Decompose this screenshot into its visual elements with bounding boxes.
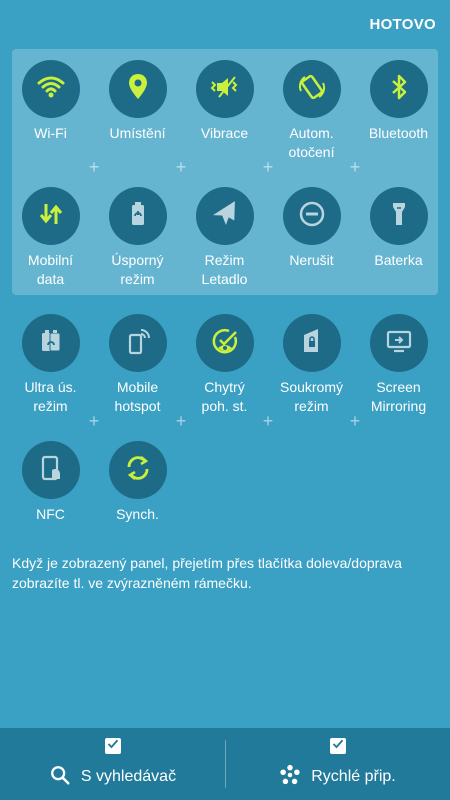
tile-label: Wi-Fi (34, 125, 67, 141)
tile-private-mode[interactable]: Soukromý režim (268, 314, 355, 416)
tile-label: Mobilní data (27, 252, 74, 287)
smart-stay-icon (209, 325, 241, 362)
hotspot-icon (122, 325, 154, 362)
plus-icon: + (175, 411, 187, 431)
tile-label: NFC (36, 506, 65, 522)
plus-icon: + (88, 157, 100, 177)
quick-connect-checkbox[interactable] (329, 737, 346, 755)
screen-mirroring-icon (383, 325, 415, 362)
vibrate-icon (209, 71, 241, 108)
tile-power-saving[interactable]: Úsporný režim (94, 187, 181, 289)
tile-wifi[interactable]: Wi-Fi (7, 60, 94, 143)
tile-label: Režim Letadlo (201, 252, 248, 287)
tile-label: Autom. otočení (288, 125, 335, 160)
check-icon (332, 737, 344, 755)
tile-location[interactable]: Umístění (94, 60, 181, 143)
plus-icon: + (88, 411, 100, 431)
power-saving-icon (122, 198, 154, 235)
plus-icon: + (349, 157, 361, 177)
hint-text: Když je zobrazený panel, přejetím přes t… (12, 555, 402, 591)
do-not-disturb-icon (296, 198, 328, 235)
check-icon (107, 737, 119, 755)
finder-label: S vyhledávač (80, 768, 177, 785)
tile-label: Bluetooth (368, 125, 429, 141)
airplane-icon (209, 198, 241, 235)
finder-checkbox[interactable] (104, 737, 121, 755)
plus-icon: + (349, 411, 361, 431)
tile-label: Screen Mirroring (370, 379, 427, 414)
tile-label: Chytrý poh. st. (201, 379, 248, 414)
bottom-bar: S vyhledávač Rychlé přip. (0, 728, 450, 800)
tile-label: Umístění (109, 125, 166, 141)
tile-label: Mobile hotspot (114, 379, 161, 414)
tile-ultra-power-saving[interactable]: Ultra ús. režim (7, 314, 94, 416)
mobile-data-icon (35, 198, 67, 235)
nfc-icon (35, 452, 67, 489)
quick-connect-toggle[interactable]: Rychlé přip. (225, 728, 450, 800)
tile-airplane[interactable]: Režim Letadlo (181, 187, 268, 289)
tile-label: Synch. (116, 506, 159, 522)
tile-label: Baterka (374, 252, 423, 268)
wifi-icon (35, 71, 67, 108)
tile-label: Soukromý režim (279, 379, 344, 414)
tile-sync[interactable]: Synch. (94, 441, 181, 524)
tile-bluetooth[interactable]: Bluetooth (355, 60, 442, 143)
private-mode-icon (296, 325, 328, 362)
tile-do-not-disturb[interactable]: Nerušit (268, 187, 355, 270)
tile-label: Nerušit (289, 252, 334, 268)
tile-screen-mirroring[interactable]: Screen Mirroring (355, 314, 442, 416)
tile-nfc[interactable]: NFC (7, 441, 94, 524)
location-icon (122, 71, 154, 108)
tile-label: Úsporný režim (111, 252, 164, 287)
flashlight-icon (383, 198, 415, 235)
tile-label: Ultra ús. režim (24, 379, 77, 414)
plus-icon: + (262, 157, 274, 177)
plus-icon: + (175, 157, 187, 177)
tile-mobile-data[interactable]: Mobilní data (7, 187, 94, 289)
sync-icon (122, 452, 154, 489)
search-icon (49, 764, 71, 791)
ultra-power-saving-icon (35, 325, 67, 362)
tile-smart-stay[interactable]: Chytrý poh. st. (181, 314, 268, 416)
quick-connect-icon (279, 764, 301, 791)
bluetooth-icon (383, 71, 415, 108)
finder-toggle[interactable]: S vyhledávač (0, 728, 225, 800)
tile-hotspot[interactable]: Mobile hotspot (94, 314, 181, 416)
tile-flashlight[interactable]: Baterka (355, 187, 442, 270)
tile-vibrate[interactable]: Vibrace (181, 60, 268, 143)
auto-rotate-icon (296, 71, 328, 108)
plus-icon: + (262, 411, 274, 431)
tile-label: Vibrace (200, 125, 249, 141)
quick-connect-label: Rychlé přip. (311, 768, 396, 785)
done-button[interactable]: HOTOVO (369, 16, 436, 33)
tile-auto-rotate[interactable]: Autom. otočení (268, 60, 355, 162)
